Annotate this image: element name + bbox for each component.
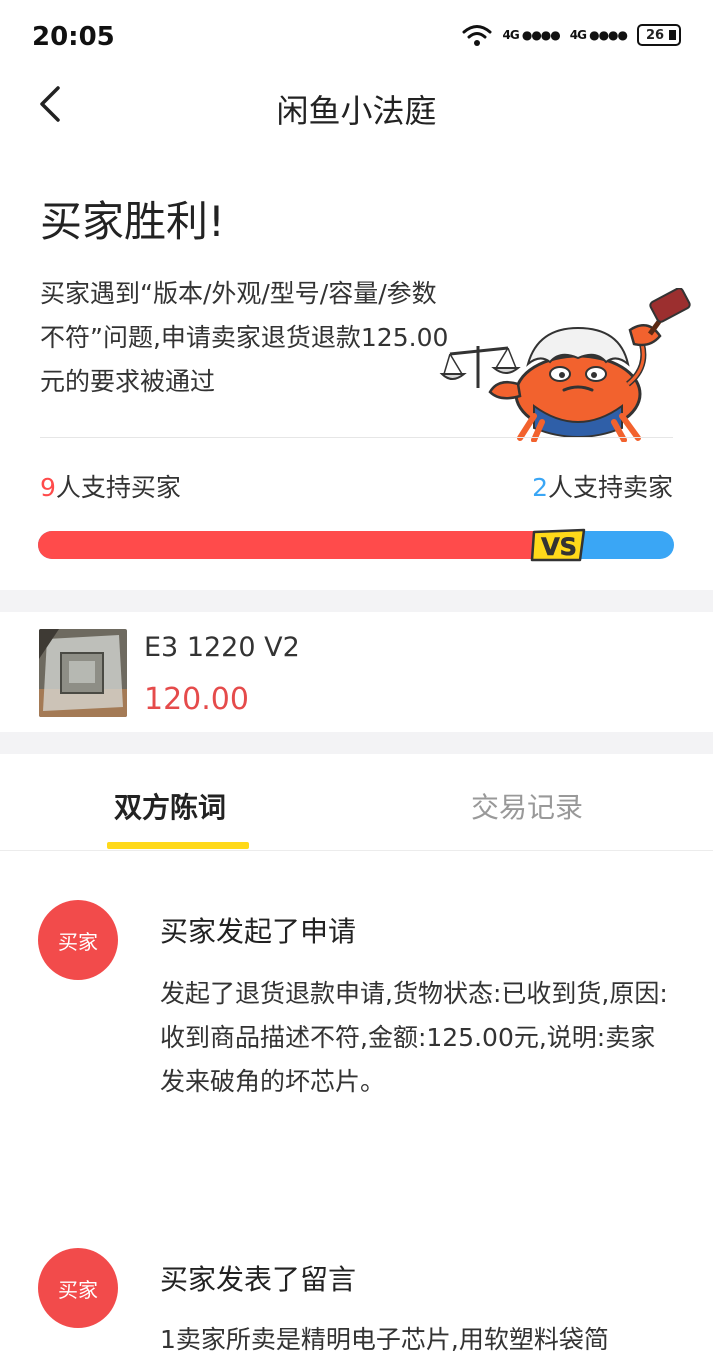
- gavel-icon: [647, 288, 691, 336]
- vs-label: VS: [541, 533, 577, 561]
- buyer-vote-fill: [38, 531, 558, 559]
- section-gap: [0, 732, 713, 754]
- wifi-icon: [462, 25, 492, 46]
- product-card[interactable]: E3 1220 V2 120.00: [0, 612, 713, 732]
- event-title: 买家发起了申请: [160, 915, 357, 948]
- product-name: E3 1220 V2: [144, 632, 300, 663]
- section-gap: [0, 590, 713, 612]
- event-body: 发起了退货退款申请,货物状态:已收到货,原因:收到商品描述不符,金额:125.0…: [160, 979, 668, 1096]
- signal-icon-2: 4G ●●●●: [569, 28, 628, 42]
- judge-crab-illustration: [439, 288, 691, 442]
- buyer-avatar: 买家: [38, 1248, 118, 1328]
- status-icons: 4G ●●●● 4G ●●●● 26: [462, 24, 681, 46]
- battery-icon: 26: [637, 24, 681, 46]
- divider: [40, 437, 673, 438]
- tab-statements[interactable]: 双方陈词: [114, 786, 226, 826]
- status-time: 20:05: [32, 22, 115, 52]
- event-body: 1卖家所卖是精明电子芯片,用软塑料袋简: [160, 1325, 609, 1354]
- buyer-support-count: 9人支持买家: [40, 473, 181, 502]
- product-thumbnail: [39, 629, 127, 717]
- nav-bar: 闲鱼小法庭: [0, 78, 713, 130]
- buyer-avatar: 买家: [38, 900, 118, 980]
- page-title: 闲鱼小法庭: [276, 92, 437, 130]
- verdict-description: 买家遇到“版本/外观/型号/容量/参数不符”问题,申请卖家退货退款125.00元…: [40, 279, 449, 396]
- verdict-title: 买家胜利!: [40, 197, 225, 246]
- vs-badge: VS: [530, 528, 586, 561]
- signal-icon-1: 4G ●●●●: [502, 28, 560, 42]
- status-bar: 20:05 4G ●●●● 4G ●●●● 26: [0, 0, 713, 78]
- tab-bar: 双方陈词 交易记录: [0, 754, 713, 851]
- seller-support-count: 2人支持卖家: [532, 473, 673, 502]
- product-price: 120.00: [144, 682, 249, 717]
- active-tab-indicator: [107, 842, 249, 849]
- tab-transaction-records[interactable]: 交易记录: [471, 786, 583, 826]
- event-title: 买家发表了留言: [160, 1263, 357, 1296]
